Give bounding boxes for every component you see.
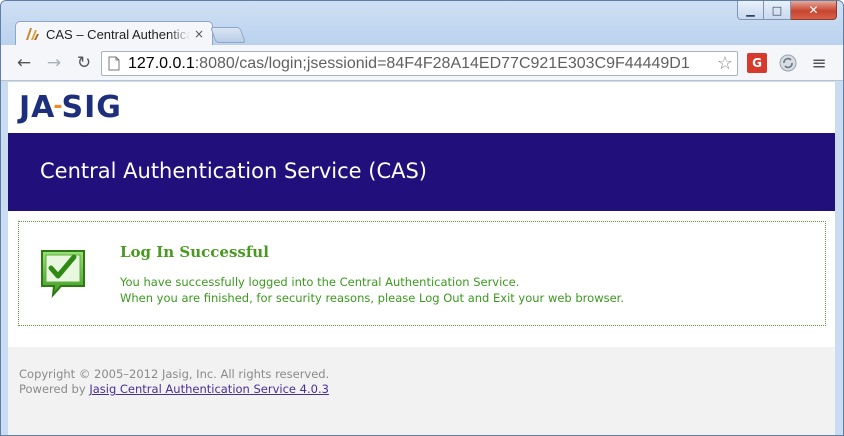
url-host: 127.0.0.1 [128,54,195,72]
success-message-box: Log In Successful You have successfully … [18,221,826,326]
main-content: Log In Successful You have successfully … [8,211,837,347]
page-viewport: JA-SIG Central Authentication Service (C… [8,82,837,435]
message-line-1: You have successfully logged into the Ce… [120,275,520,289]
back-button[interactable]: ← [13,52,35,74]
extension-icon[interactable]: G [747,53,767,73]
window-controls: ▁ □ ✕ [737,1,837,21]
new-tab-button[interactable] [210,27,246,43]
checkmark-speech-bubble-icon [41,250,85,298]
page-footer: Copyright © 2005–2012 Jasig, Inc. All ri… [8,347,837,435]
maximize-button[interactable]: □ [764,1,791,20]
logo-text-left: JA [19,90,56,125]
browser-window: ▁ □ ✕ CAS – Central Authentication Servi… [0,0,844,436]
close-window-button[interactable]: ✕ [791,1,837,20]
browser-toolbar: ← → ↻ 127.0.0.1:8080/cas/login;jsessioni… [1,45,843,81]
reload-button[interactable]: ↻ [73,52,95,74]
browser-tab-active[interactable]: CAS – Central Authentication Service × [15,21,213,46]
tab-title: CAS – Central Authentication Service [46,26,190,42]
page-header: JA-SIG [8,82,837,133]
powered-by-label: Powered by [19,382,90,396]
header-banner: Central Authentication Service (CAS) [8,133,837,211]
window-right-border [835,82,843,435]
forward-button[interactable]: → [43,52,65,74]
jasig-favicon-icon [26,28,39,40]
page-icon [108,56,120,71]
jasig-logo: JA-SIG [19,90,122,125]
title-bar: ▁ □ ✕ CAS – Central Authentication Servi… [1,1,843,46]
url-path: :8080/cas/login;jsessionid=84F4F28A14ED7… [194,54,690,72]
menu-button[interactable]: ≡ [809,53,829,74]
tab-close-icon[interactable]: × [194,27,204,41]
logo-text-right: SIG [61,90,122,125]
address-bar[interactable]: 127.0.0.1:8080/cas/login;jsessionid=84F4… [101,51,738,76]
sync-icon [779,54,797,72]
minimize-button[interactable]: ▁ [737,1,764,20]
copyright-text: Copyright © 2005–2012 Jasig, Inc. All ri… [19,367,330,381]
message-title: Log In Successful [120,243,269,261]
sync-extension-icon[interactable] [778,53,798,73]
message-line-2: When you are finished, for security reas… [120,291,624,305]
powered-by-line: Powered by Jasig Central Authentication … [19,382,329,396]
star-icon[interactable]: ☆ [714,53,733,74]
cas-version-link[interactable]: Jasig Central Authentication Service 4.0… [89,382,329,396]
page-title: Central Authentication Service (CAS) [40,159,428,183]
